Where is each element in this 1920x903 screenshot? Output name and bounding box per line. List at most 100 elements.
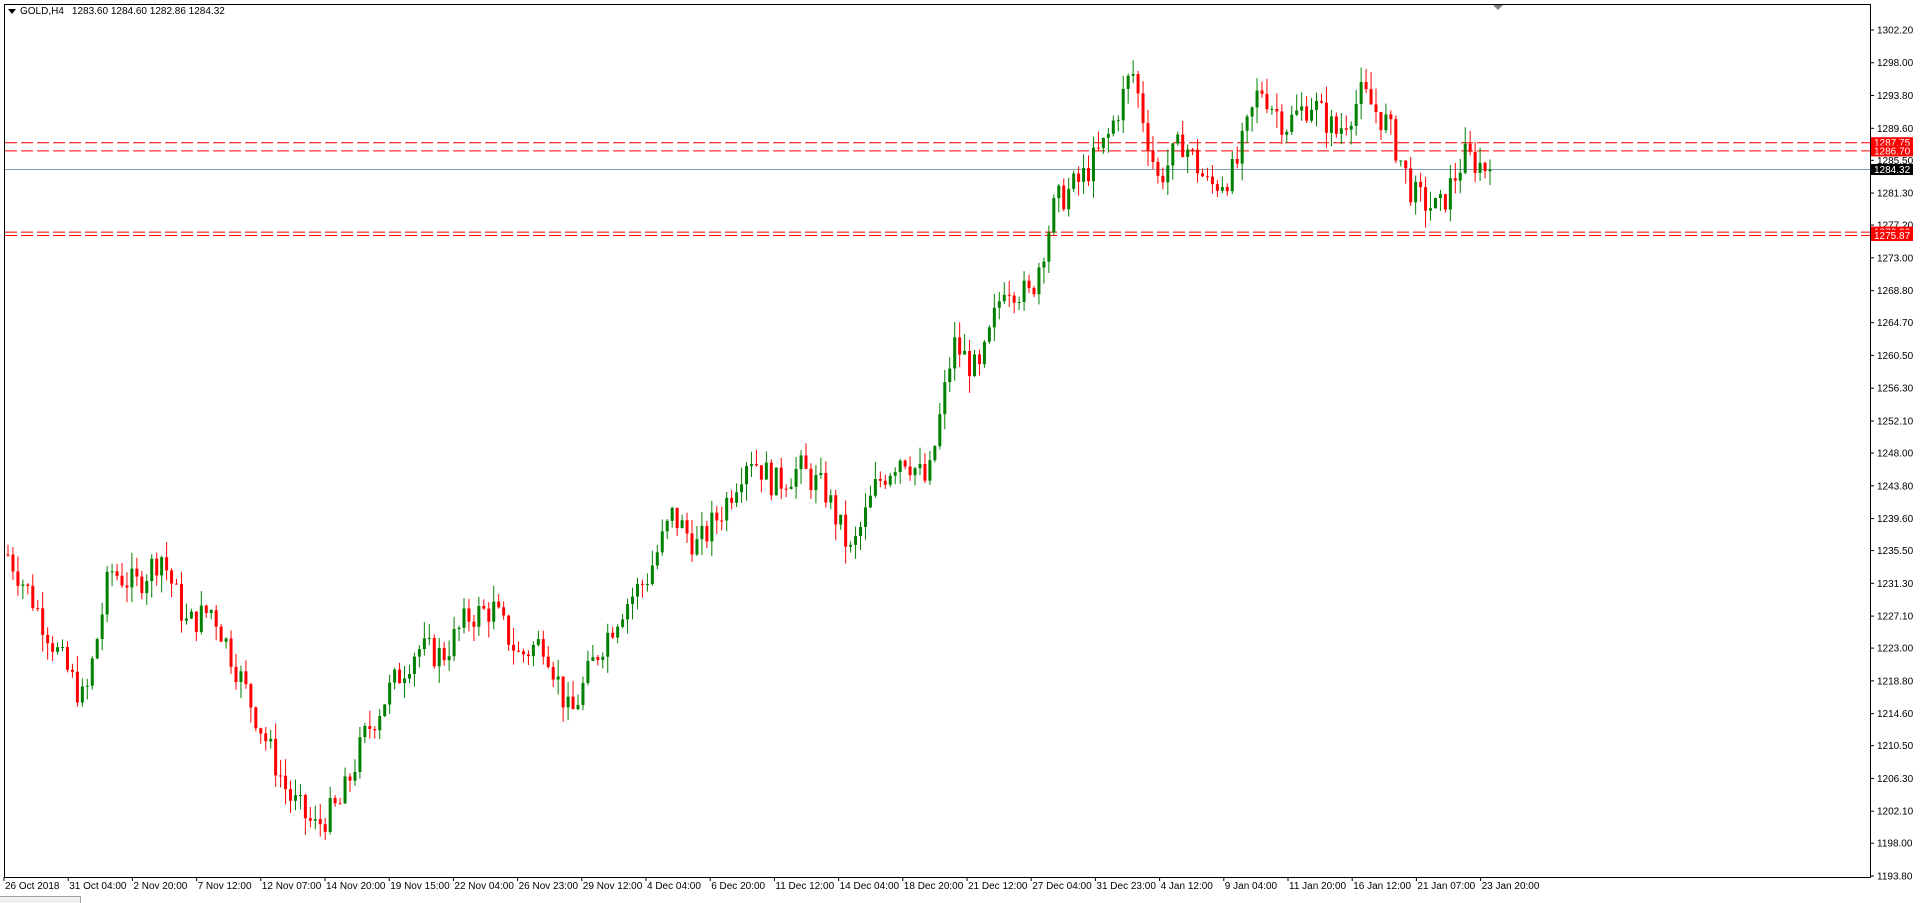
candle-body <box>175 583 179 585</box>
candle-body <box>735 492 739 503</box>
candle-body <box>412 656 416 675</box>
y-tick-label: 1223.00 <box>1877 644 1914 655</box>
candle-body <box>759 465 763 480</box>
candle-body <box>1394 119 1398 161</box>
x-tick-label: 26 Nov 23:00 <box>519 881 579 892</box>
candle-body <box>551 667 555 680</box>
y-tick-label: 1206.30 <box>1877 774 1914 785</box>
candle-body <box>626 604 630 620</box>
candle-body <box>155 558 159 576</box>
candle-body <box>11 554 15 572</box>
candle-body <box>1027 280 1031 289</box>
candle-body <box>690 533 694 555</box>
x-tick-label: 26 Oct 2018 <box>5 881 60 892</box>
candle-body <box>1096 147 1100 149</box>
candle-body <box>1146 123 1150 151</box>
y-tick-label: 1302.20 <box>1877 25 1914 36</box>
candle-body <box>883 480 887 485</box>
dropdown-triangle-icon[interactable] <box>8 9 16 14</box>
candle-body <box>774 467 778 496</box>
x-tick-label: 14 Dec 04:00 <box>840 881 900 892</box>
candle-body <box>343 776 347 804</box>
candle-body <box>1012 295 1016 303</box>
x-tick-label: 6 Dec 20:00 <box>711 881 765 892</box>
y-tick-label: 1193.80 <box>1877 872 1913 883</box>
price-chart[interactable]: 1302.201298.001293.801289.601285.501281.… <box>0 0 1920 902</box>
candle-body <box>526 654 530 657</box>
candle-body <box>293 795 297 801</box>
candle-body <box>403 678 407 684</box>
x-tick-label: 23 Jan 20:00 <box>1482 881 1540 892</box>
candle-body <box>487 608 491 622</box>
candle-body <box>31 585 35 609</box>
candle-body <box>165 557 169 571</box>
y-tick-label: 1298.00 <box>1877 58 1914 69</box>
y-tick-label: 1231.30 <box>1877 579 1914 590</box>
y-tick-label: 1289.60 <box>1877 124 1914 135</box>
candle-body <box>710 512 714 542</box>
candle-body <box>189 611 193 619</box>
candle-body <box>556 676 560 680</box>
candle-body <box>819 472 823 476</box>
y-tick-label: 1293.80 <box>1877 91 1914 102</box>
x-tick-label: 22 Nov 04:00 <box>454 881 514 892</box>
candle-body <box>987 327 991 342</box>
candle-body <box>1230 158 1234 192</box>
y-tick-label: 1248.00 <box>1877 448 1914 459</box>
candle-body <box>1334 116 1338 134</box>
candle-body <box>903 460 907 467</box>
candle-body <box>1488 169 1492 172</box>
candle-body <box>1191 149 1195 151</box>
candle-body <box>1052 198 1056 233</box>
time-axis[interactable]: 26 Oct 2018 31 Oct 04:00 2 Nov 20:00 7 Nov … <box>3 877 1540 892</box>
y-tick-label: 1210.50 <box>1877 741 1914 752</box>
candle-body <box>1201 173 1205 177</box>
candle-body <box>1478 162 1482 173</box>
candle-body <box>274 738 278 776</box>
candle-body <box>100 614 104 640</box>
candle-body <box>720 520 724 522</box>
candle-body <box>427 637 431 639</box>
candle-body <box>313 819 317 821</box>
candle-body <box>1364 82 1368 90</box>
candle-body <box>968 350 972 377</box>
candle-body <box>536 639 540 645</box>
candle-body <box>963 350 967 355</box>
x-tick-label: 12 Nov 07:00 <box>262 881 322 892</box>
candle-body <box>591 657 595 661</box>
x-tick-label: 31 Dec 23:00 <box>1096 881 1156 892</box>
candle-body <box>586 660 590 683</box>
candle-body <box>928 460 932 481</box>
candle-body <box>1106 133 1110 138</box>
candle-body <box>1111 120 1115 134</box>
candle-body <box>1171 143 1175 166</box>
ohlc-readout: 1283.60 1284.60 1282.86 1284.32 <box>71 6 225 17</box>
candle-body <box>982 341 986 365</box>
candle-body <box>80 686 84 703</box>
x-tick-label: 11 Jan 20:00 <box>1289 881 1347 892</box>
candle-body <box>517 650 521 652</box>
candle-body <box>328 798 332 832</box>
y-tick-label: 1214.60 <box>1877 709 1914 720</box>
candle-body <box>358 737 362 772</box>
candle-body <box>348 776 352 781</box>
price-axis[interactable]: 1302.201298.001293.801289.601285.501281.… <box>1870 25 1914 883</box>
candle-body <box>333 798 337 804</box>
candle-body <box>51 643 55 652</box>
candle-body <box>655 552 659 566</box>
candle-body <box>1290 114 1294 132</box>
candle-body <box>1295 110 1299 115</box>
candle-body <box>239 671 243 683</box>
y-tick-label: 1243.80 <box>1877 481 1914 492</box>
candle-body <box>1300 106 1304 111</box>
candle-body <box>1349 125 1353 130</box>
candle-body <box>1161 175 1165 183</box>
candle-body <box>1315 100 1319 110</box>
candle-body <box>36 608 40 610</box>
candle-body <box>75 671 79 703</box>
x-tick-label: 14 Nov 20:00 <box>326 881 386 892</box>
candle-body <box>16 571 20 586</box>
candle-body <box>893 472 897 476</box>
candle-body <box>398 669 402 684</box>
chart-window[interactable]: 1302.20 1298.00 1293.80 1289.60 1285.50 1281.… <box>0 0 1920 903</box>
